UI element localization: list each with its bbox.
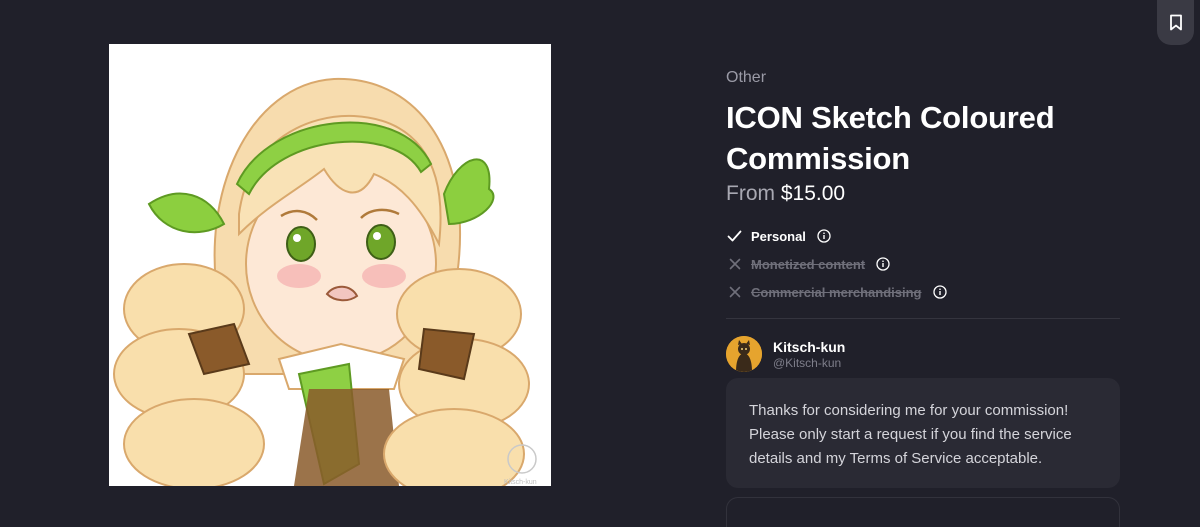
license-label: Personal bbox=[751, 228, 806, 244]
listing-title: ICON Sketch Coloured Commission bbox=[726, 100, 1055, 176]
artist-name[interactable]: Kitsch-kun bbox=[773, 338, 845, 356]
listing-category: Other bbox=[726, 69, 767, 86]
commission-artwork[interactable]: Kitsch-kun bbox=[109, 44, 551, 486]
check-icon bbox=[726, 228, 743, 245]
license-item-monetized-content: Monetized content bbox=[726, 250, 947, 278]
bookmark-icon bbox=[1169, 14, 1183, 31]
artwork-illustration: Kitsch-kun bbox=[109, 44, 551, 486]
artist-info: Kitsch-kun @Kitsch-kun bbox=[773, 338, 845, 371]
artist-handle: @Kitsch-kun bbox=[773, 355, 842, 370]
info-icon[interactable] bbox=[932, 285, 947, 299]
artist-message: Thanks for considering me for your commi… bbox=[726, 378, 1120, 488]
avatar[interactable] bbox=[726, 336, 762, 372]
info-icon[interactable] bbox=[876, 257, 890, 271]
listing-price: From $15.00 bbox=[726, 182, 845, 206]
license-item-personal: Personal bbox=[726, 222, 947, 250]
license-list: Personal Monetized content Commercial me… bbox=[726, 222, 947, 306]
license-label: Commercial merchandising bbox=[751, 284, 922, 300]
cross-icon bbox=[726, 284, 743, 301]
price-value: $15.00 bbox=[780, 182, 846, 205]
artwork-signature: Kitsch-kun bbox=[504, 479, 537, 486]
info-icon[interactable] bbox=[817, 229, 831, 243]
section-divider bbox=[726, 318, 1120, 319]
next-section-card bbox=[726, 497, 1120, 527]
cross-icon bbox=[726, 256, 743, 273]
price-prefix: From bbox=[726, 182, 775, 205]
bookmark-button[interactable] bbox=[1157, 0, 1194, 45]
artist-profile-link[interactable]: Kitsch-kun @Kitsch-kun bbox=[726, 334, 1120, 374]
license-label: Monetized content bbox=[751, 256, 866, 272]
license-item-commercial-merchandising: Commercial merchandising bbox=[726, 278, 947, 306]
